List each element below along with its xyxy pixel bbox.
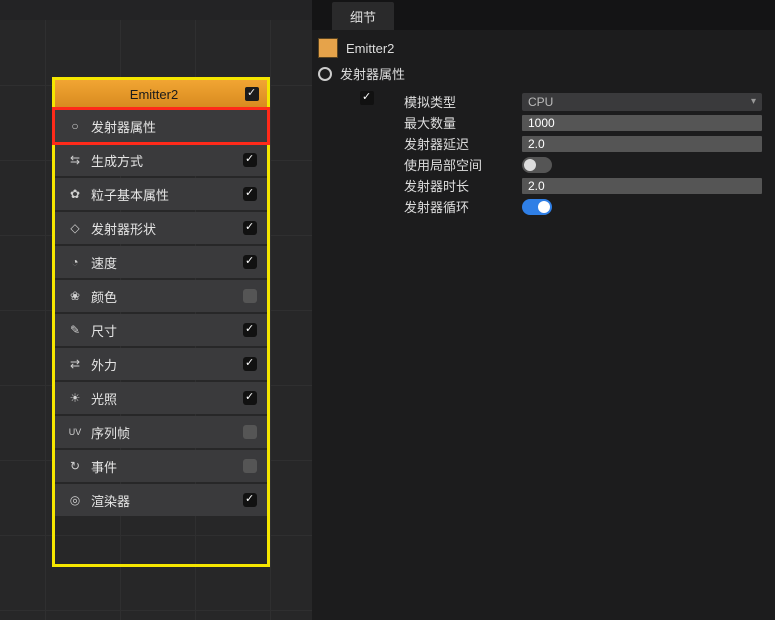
emitter-duration-field[interactable]: 2.0 [522, 178, 762, 194]
details-pane: 细节 Emitter2 发射器属性 模拟类型 CPU 最大数量 1000 发射器… [312, 0, 775, 620]
module-label: 生成方式 [91, 151, 235, 170]
object-swatch-icon [318, 38, 338, 58]
module-row[interactable]: ↻ 事件 [55, 450, 267, 482]
object-name: Emitter2 [346, 41, 394, 56]
module-row[interactable]: ◇ 发射器形状 [55, 212, 267, 244]
module-label: 粒子基本属性 [91, 185, 235, 204]
module-icon: ⇄ [67, 356, 83, 372]
module-row[interactable]: ❀ 颜色 [55, 280, 267, 312]
tab-details[interactable]: 细节 [332, 2, 394, 30]
module-label: 事件 [91, 457, 235, 476]
prop-local-space: 使用局部空间 [404, 154, 775, 175]
section-enable-checkbox[interactable] [360, 91, 374, 105]
module-icon: ✎ [67, 322, 83, 338]
module-icon: UV [67, 424, 83, 440]
module-label: 光照 [91, 389, 235, 408]
module-row[interactable]: ⇆ 生成方式 [55, 144, 267, 176]
max-count-field[interactable]: 1000 [522, 115, 762, 131]
module-row[interactable]: ⇄ 外力 [55, 348, 267, 380]
module-icon: ◎ [67, 492, 83, 508]
module-icon: ✿ [67, 186, 83, 202]
module-icon: ○ [67, 118, 83, 134]
module-checkbox[interactable] [243, 289, 257, 303]
module-checkbox[interactable] [243, 357, 257, 371]
left-pane: Emitter2 ○ 发射器属性 ⇆ 生成方式 ✿ 粒子基本属性 ◇ 发射器形状 ◔ 速度 ❀ 颜色 ✎… [0, 0, 312, 620]
prop-max-count: 最大数量 1000 [404, 112, 775, 133]
module-label: 发射器形状 [91, 219, 235, 238]
module-checkbox[interactable] [243, 187, 257, 201]
module-checkbox[interactable] [243, 493, 257, 507]
module-checkbox[interactable] [243, 153, 257, 167]
module-icon: ◔ [67, 254, 83, 270]
module-row[interactable]: ◔ 速度 [55, 246, 267, 278]
module-row[interactable]: ◎ 渲染器 [55, 484, 267, 516]
module-checkbox[interactable] [243, 323, 257, 337]
sim-type-dropdown[interactable]: CPU [522, 93, 762, 111]
circle-icon [318, 67, 332, 81]
tab-bar: 细节 [312, 0, 775, 30]
module-label: 颜色 [91, 287, 235, 306]
module-label: 渲染器 [91, 491, 235, 510]
emitter-loop-toggle[interactable] [522, 199, 552, 215]
module-row[interactable]: ○ 发射器属性 [55, 110, 267, 142]
object-row: Emitter2 [312, 30, 775, 60]
module-checkbox[interactable] [243, 221, 257, 235]
section-title: 发射器属性 [340, 64, 405, 83]
module-label: 发射器属性 [91, 117, 257, 136]
module-checkbox[interactable] [243, 255, 257, 269]
local-space-toggle[interactable] [522, 157, 552, 173]
module-icon: ❀ [67, 288, 83, 304]
emitter-header[interactable]: Emitter2 [55, 80, 267, 108]
module-icon: ↻ [67, 458, 83, 474]
module-label: 尺寸 [91, 321, 235, 340]
module-checkbox[interactable] [243, 425, 257, 439]
prop-emitter-loop: 发射器循环 [404, 196, 775, 217]
section-header[interactable]: 发射器属性 [312, 60, 775, 91]
emitter-enable-checkbox[interactable] [245, 87, 259, 101]
emitter-title: Emitter2 [63, 87, 245, 102]
module-icon: ◇ [67, 220, 83, 236]
module-row[interactable]: ✎ 尺寸 [55, 314, 267, 346]
module-row[interactable]: ☀ 光照 [55, 382, 267, 414]
prop-sim-type: 模拟类型 CPU [404, 91, 775, 112]
prop-emitter-duration: 发射器时长 2.0 [404, 175, 775, 196]
module-row[interactable]: UV 序列帧 [55, 416, 267, 448]
module-icon: ⇆ [67, 152, 83, 168]
module-row[interactable]: ✿ 粒子基本属性 [55, 178, 267, 210]
module-label: 外力 [91, 355, 235, 374]
module-label: 速度 [91, 253, 235, 272]
module-checkbox[interactable] [243, 459, 257, 473]
emitter-delay-field[interactable]: 2.0 [522, 136, 762, 152]
module-icon: ☀ [67, 390, 83, 406]
module-stack: Emitter2 ○ 发射器属性 ⇆ 生成方式 ✿ 粒子基本属性 ◇ 发射器形状 ◔ 速度 ❀ 颜色 ✎… [55, 80, 267, 564]
prop-emitter-delay: 发射器延迟 2.0 [404, 133, 775, 154]
module-label: 序列帧 [91, 423, 235, 442]
module-checkbox[interactable] [243, 391, 257, 405]
